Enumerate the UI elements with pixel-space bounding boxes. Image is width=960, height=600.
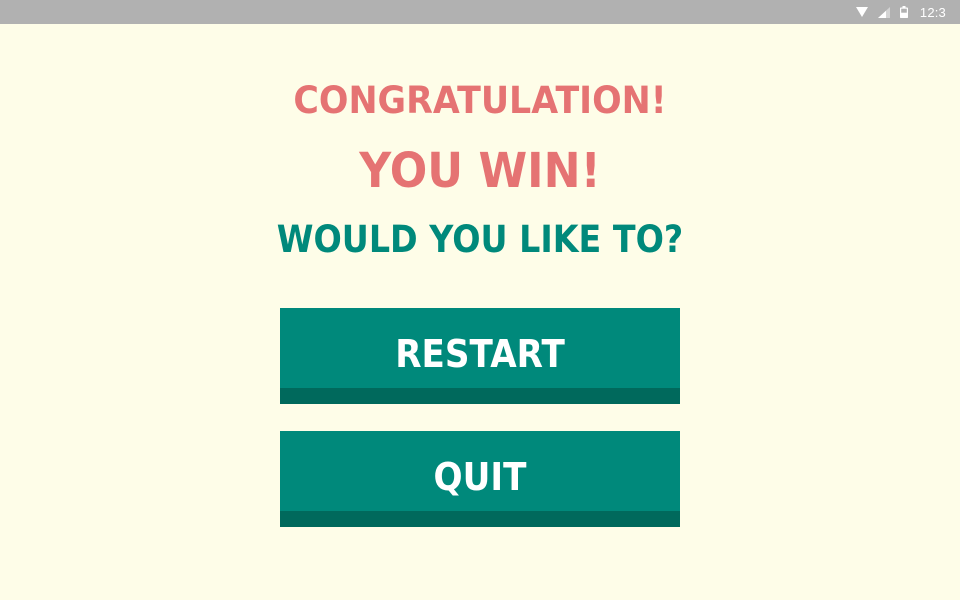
- status-bar: 12:3: [0, 0, 960, 24]
- restart-button-label: RESTART: [395, 332, 565, 376]
- quit-button[interactable]: QUIT: [280, 431, 680, 527]
- prompt-text: WOULD YOU LIKE TO?: [276, 218, 684, 261]
- button-shadow: [280, 511, 680, 527]
- quit-button-label: QUIT: [433, 455, 527, 499]
- wifi-icon: [855, 7, 868, 17]
- status-icons: 12:3: [855, 0, 946, 24]
- button-shadow: [280, 388, 680, 404]
- status-clock: 12:3: [919, 4, 946, 20]
- win-screen: CONGRATULATION! YOU WIN! WOULD YOU LIKE …: [0, 24, 960, 600]
- battery-icon: [899, 6, 908, 18]
- signal-icon: [877, 6, 890, 18]
- restart-button[interactable]: RESTART: [280, 308, 680, 404]
- you-win-heading: YOU WIN!: [359, 143, 601, 199]
- congratulation-heading: CONGRATULATION!: [293, 79, 667, 122]
